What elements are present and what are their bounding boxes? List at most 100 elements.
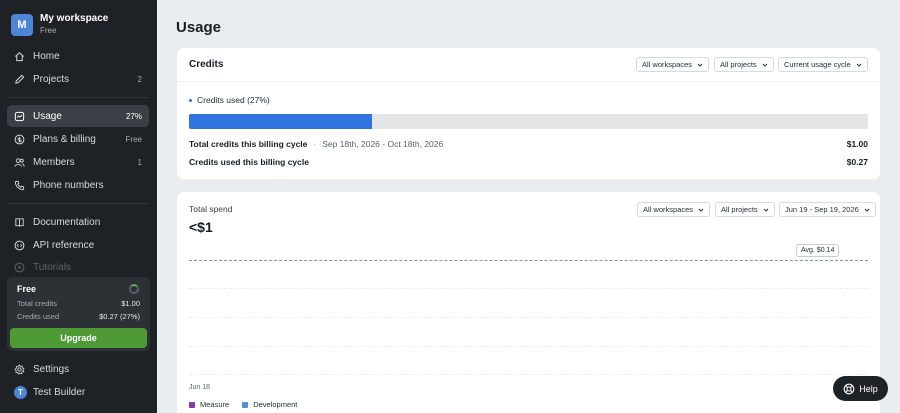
credit-plan-title: Free [17,284,37,294]
nav-projects-badge: 2 [137,74,142,84]
legend-swatch [242,401,249,408]
credits-used-row-label: Credits used this billing cycle [189,157,309,167]
nav-plans-badge: Free [125,134,142,144]
nav-members-label: Members [33,156,75,168]
nav-settings[interactable]: Settings [7,358,149,380]
spend-projects-label: All projects [721,205,758,214]
chevron-down-icon [697,62,703,68]
chevron-down-icon [762,62,768,68]
credit-used-value: $0.27 (27%) [99,312,140,321]
workspace-switcher[interactable]: M My workspace Free [11,13,108,37]
grid-line [189,374,868,375]
credit-total-value: $1.00 [121,299,140,308]
usage-cycle-label: Current usage cycle [784,60,851,69]
legend-label: Measure [200,400,230,409]
pencil-icon [14,74,25,85]
spend-date-range-dropdown[interactable]: Jun 19 - Sep 19, 2026 [779,202,876,217]
credit-used-label: Credits used [17,312,60,321]
average-spend-label: Avg. $0.14 [796,244,840,257]
nav-tutorials[interactable]: Tutorials [7,256,149,278]
user-menu[interactable]: T Test Builder [7,381,149,403]
total-credits-row: Total credits this billing cycle · Sep 1… [189,139,868,149]
chevron-down-icon [864,207,870,213]
range-separator: · [313,139,317,149]
grid-line [189,317,868,318]
legend-dot [189,98,192,102]
card-divider [177,81,880,82]
credit-used-row: Credits used $0.27 (27%) [17,312,140,321]
grid-line [189,346,868,347]
nav-projects-label: Projects [33,73,70,85]
credit-total-row: Total credits $1.00 [17,299,140,308]
credit-usage-ring-icon [129,284,139,294]
chevron-down-icon [763,207,769,213]
book-icon [14,217,25,228]
chart-legend: Measure Development [189,400,310,409]
nav-tutorials-label: Tutorials [33,261,71,273]
nav-home[interactable]: Home [7,45,149,67]
help-label: Help [859,383,878,394]
gear-icon [14,363,25,375]
sidebar-divider [7,203,149,204]
user-avatar: T [14,385,27,399]
nav-api-reference[interactable]: API reference [7,234,149,256]
upgrade-button[interactable]: Upgrade [10,328,147,348]
total-spend-title: Total spend [189,204,233,214]
total-credits-label: Total credits this billing cycle [189,139,308,149]
nav-phone-numbers[interactable]: Phone numbers [7,174,149,196]
sidebar-divider [7,97,149,98]
user-name: Test Builder [33,386,86,398]
help-icon [843,383,855,394]
total-credits-amount: $1.00 [846,139,868,149]
chevron-down-icon [856,62,862,68]
code-icon [14,240,25,251]
help-button[interactable]: Help [833,376,888,401]
credits-used-label: Credits used (27%) [197,95,270,105]
legend-swatch [189,401,195,408]
phone-icon [14,180,25,191]
credit-total-label: Total credits [17,299,58,308]
chart-icon [14,111,25,122]
nav-phone-label: Phone numbers [33,179,104,191]
legend-label: Development [253,400,298,409]
nav-members[interactable]: Members 1 [7,151,149,173]
legend-item-development[interactable]: Development [242,400,297,409]
average-line [189,260,868,261]
total-spend-value: <$1 [189,219,213,235]
page-title: Usage [176,19,222,36]
users-icon [14,157,25,168]
nav-documentation[interactable]: Documentation [7,211,149,233]
workspace-name: My workspace [40,13,109,24]
workspace-plan: Free [40,26,57,35]
projects-filter-dropdown[interactable]: All projects [714,57,774,72]
credits-used-row: Credits used this billing cycle $0.27 [189,157,868,167]
chevron-down-icon [698,207,704,213]
nav-plans-label: Plans & billing [33,133,96,145]
workspace-avatar: M [11,14,33,36]
nav-plans-billing[interactable]: Plans & billing Free [7,128,149,150]
grid-line [189,288,868,289]
credits-used-amount: $0.27 [846,157,868,167]
spend-workspaces-dropdown[interactable]: All workspaces [637,202,711,217]
dollar-icon [14,134,25,145]
credit-summary-card: Free Total credits $1.00 Credits used $0… [7,277,150,351]
nav-usage-badge: 27% [125,111,142,121]
credits-card-title: Credits [189,59,224,70]
credits-card: Credits All workspaces All projects Curr… [177,48,880,179]
workspaces-filter-dropdown[interactable]: All workspaces [636,57,710,72]
spend-workspaces-label: All workspaces [643,205,694,214]
legend-item-measure[interactable]: Measure [189,400,229,409]
spend-projects-dropdown[interactable]: All projects [715,202,775,217]
nav-projects[interactable]: Projects 2 [7,68,149,90]
nav-api-label: API reference [33,239,95,251]
nav-usage[interactable]: Usage 27% [7,105,149,127]
nav-home-label: Home [33,50,60,62]
workspaces-filter-label: All workspaces [642,60,693,69]
usage-cycle-dropdown[interactable]: Current usage cycle [778,57,868,72]
nav-usage-label: Usage [33,110,62,122]
sidebar: M My workspace Free Home Projects 2 Usag… [0,0,157,413]
home-icon [14,51,25,62]
nav-members-badge: 1 [137,157,142,167]
spend-date-range-label: Jun 19 - Sep 19, 2026 [785,205,859,214]
play-icon [14,262,25,273]
